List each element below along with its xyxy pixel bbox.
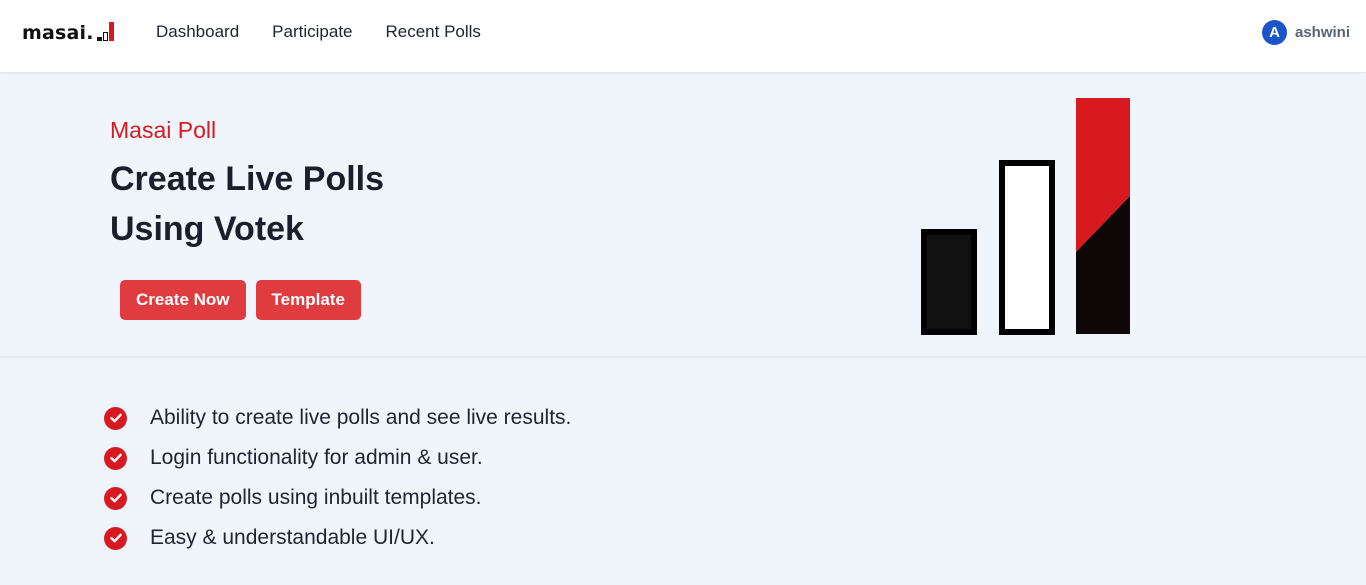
create-now-button[interactable]: Create Now — [120, 280, 246, 320]
hero-subtitle: Masai Poll — [110, 117, 217, 143]
art-bar-medium — [999, 160, 1055, 335]
check-circle-icon — [104, 406, 127, 430]
list-item: Ability to create live polls and see liv… — [104, 398, 571, 438]
feature-text: Ability to create live polls and see liv… — [150, 406, 572, 429]
nav-link-recent-polls[interactable]: Recent Polls — [386, 21, 481, 43]
check-circle-icon — [104, 446, 127, 470]
username[interactable]: ashwini — [1295, 24, 1350, 41]
list-item: Easy & understandable UI/UX. — [104, 518, 571, 558]
logo-text: masai. — [22, 22, 94, 44]
check-circle-icon — [104, 526, 127, 550]
feature-text: Create polls using inbuilt templates. — [150, 486, 482, 509]
user-menu[interactable]: A ashwini — [1261, 20, 1350, 45]
feature-text: Easy & understandable UI/UX. — [150, 526, 435, 549]
list-item: Create polls using inbuilt templates. — [104, 478, 571, 518]
masai-logo[interactable]: masai. — [22, 18, 114, 44]
art-bar-short — [921, 229, 977, 335]
hero-title-line-1: Create Live Polls — [110, 160, 385, 198]
logo-bars-icon — [96, 22, 114, 41]
nav-links: Dashboard Participate Recent Polls — [156, 21, 514, 43]
feature-list: Ability to create live polls and see liv… — [104, 398, 571, 558]
feature-text: Login functionality for admin & user. — [150, 446, 483, 469]
hero-title: Create Live Polls Using Votek — [110, 154, 530, 254]
template-button[interactable]: Template — [255, 280, 361, 320]
nav-link-participate[interactable]: Participate — [272, 21, 352, 43]
check-circle-icon — [104, 486, 127, 510]
hero-title-line-2: Using Votek — [110, 210, 304, 248]
nav-link-dashboard[interactable]: Dashboard — [156, 21, 239, 43]
hero-section: Masai Poll Create Live Polls Using Votek… — [0, 74, 1366, 358]
list-item: Login functionality for admin & user. — [104, 438, 571, 478]
hero-buttons: Create Now Template — [120, 280, 371, 320]
avatar[interactable]: A — [1261, 20, 1287, 45]
top-navbar: masai. Dashboard Participate Recent Poll… — [0, 0, 1366, 73]
bar-chart-logo-icon — [921, 98, 1130, 335]
